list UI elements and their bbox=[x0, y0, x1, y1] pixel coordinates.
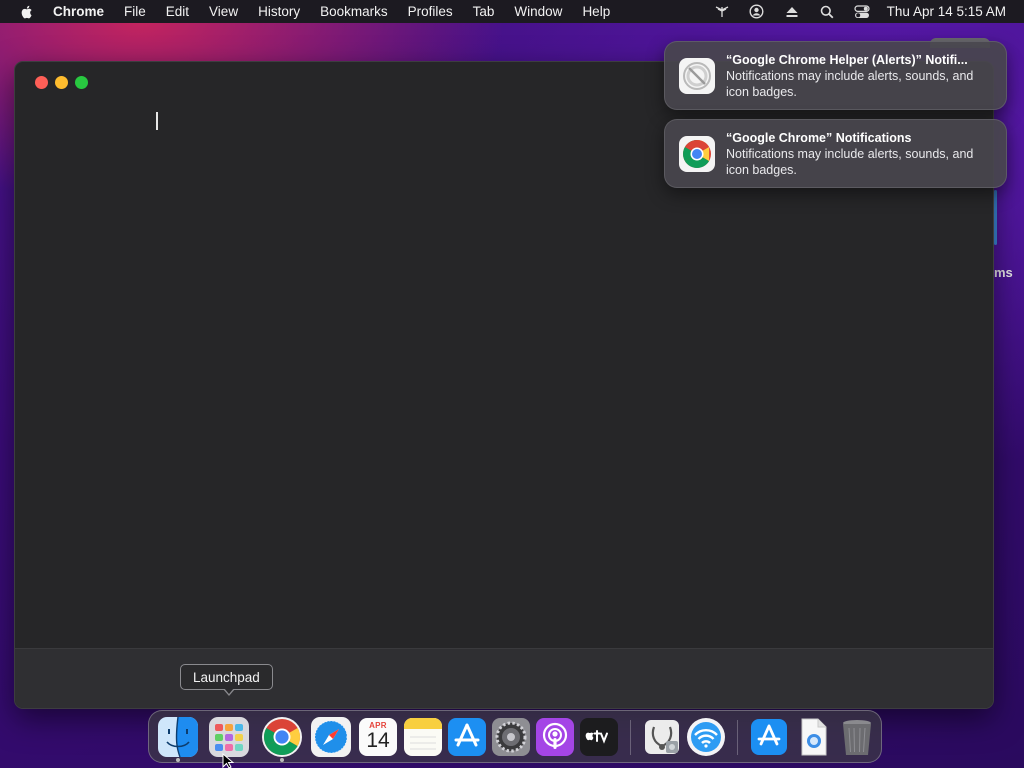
disk-utility-icon[interactable] bbox=[640, 715, 684, 759]
notification-title: “Google Chrome Helper (Alerts)” Notifi..… bbox=[726, 52, 968, 67]
chrome-helper-icon bbox=[679, 57, 715, 94]
notes-icon[interactable] bbox=[401, 715, 445, 759]
window-bottom-bar bbox=[15, 648, 993, 708]
menu-tab[interactable]: Tab bbox=[473, 4, 495, 19]
menu-bar-clock[interactable]: Thu Apr 14 5:15 AM bbox=[887, 4, 1006, 19]
app-store-folder-icon[interactable] bbox=[747, 715, 791, 759]
notification-title: “Google Chrome” Notifications bbox=[726, 130, 912, 145]
menu-history[interactable]: History bbox=[258, 4, 300, 19]
system-preferences-icon[interactable] bbox=[489, 715, 533, 759]
podcasts-icon[interactable] bbox=[533, 715, 577, 759]
chrome-icon[interactable] bbox=[260, 715, 304, 759]
menu-bar: Chrome File Edit View History Bookmarks … bbox=[0, 0, 1024, 23]
apple-menu-icon[interactable] bbox=[19, 4, 35, 20]
menu-help[interactable]: Help bbox=[582, 4, 610, 19]
menu-view[interactable]: View bbox=[209, 4, 238, 19]
menu-window[interactable]: Window bbox=[514, 4, 562, 19]
running-indicator bbox=[280, 758, 284, 762]
document-icon[interactable] bbox=[791, 715, 835, 759]
spotlight-search-icon[interactable] bbox=[819, 4, 835, 20]
dock: APR 14 bbox=[148, 710, 882, 763]
background-window-text: ms bbox=[994, 265, 1013, 280]
notification-body: Notifications may include alerts, sounds… bbox=[726, 68, 974, 99]
window-controls bbox=[35, 76, 95, 89]
control-center-icon[interactable] bbox=[854, 4, 870, 20]
dock-separator bbox=[737, 720, 738, 755]
status-area: Thu Apr 14 5:15 AM bbox=[695, 0, 1006, 23]
user-account-icon[interactable] bbox=[749, 4, 765, 20]
finder-icon[interactable] bbox=[156, 715, 200, 759]
safari-icon[interactable] bbox=[309, 715, 353, 759]
apple-tv-icon[interactable] bbox=[577, 715, 621, 759]
maximize-window-button[interactable] bbox=[75, 76, 88, 89]
running-indicator bbox=[176, 758, 180, 762]
notification-chrome[interactable]: “Google Chrome” Notifications Notificati… bbox=[664, 119, 1007, 188]
minimize-window-button[interactable] bbox=[55, 76, 68, 89]
notification-body: Notifications may include alerts, sounds… bbox=[726, 146, 974, 177]
notification-chrome-helper[interactable]: “Google Chrome Helper (Alerts)” Notifi..… bbox=[664, 41, 1007, 110]
tooltip-arrow-fill bbox=[224, 688, 234, 694]
menu-app-name[interactable]: Chrome bbox=[53, 4, 104, 19]
menu-bookmarks[interactable]: Bookmarks bbox=[320, 4, 388, 19]
eject-icon[interactable] bbox=[784, 4, 800, 20]
calendar-icon[interactable]: APR 14 bbox=[356, 715, 400, 759]
text-cursor bbox=[156, 112, 158, 130]
dock-tooltip: Launchpad bbox=[180, 664, 273, 690]
wifi-signal-icon[interactable] bbox=[714, 4, 730, 20]
background-window-accent bbox=[994, 190, 997, 245]
calendar-day: 14 bbox=[366, 729, 390, 752]
trash-icon[interactable] bbox=[835, 715, 879, 759]
dock-separator bbox=[630, 720, 631, 755]
menu-profiles[interactable]: Profiles bbox=[408, 4, 453, 19]
wireless-diagnostics-icon[interactable] bbox=[684, 715, 728, 759]
menu-edit[interactable]: Edit bbox=[166, 4, 189, 19]
chrome-icon bbox=[679, 135, 715, 172]
close-window-button[interactable] bbox=[35, 76, 48, 89]
mouse-cursor-icon bbox=[222, 753, 234, 768]
menu-file[interactable]: File bbox=[124, 4, 146, 19]
app-store-icon[interactable] bbox=[445, 715, 489, 759]
